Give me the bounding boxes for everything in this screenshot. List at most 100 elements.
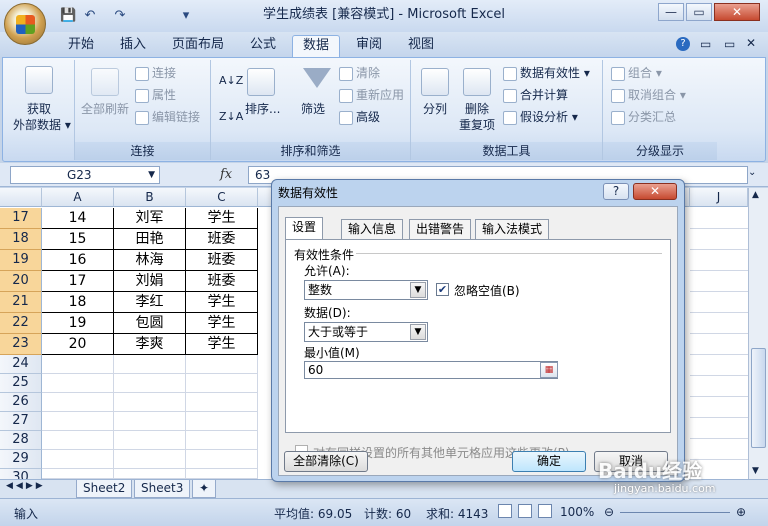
- connections-button[interactable]: 连接: [135, 66, 176, 81]
- dialog-tab-error-alert[interactable]: 出错警告: [409, 219, 472, 239]
- sort-button[interactable]: 排序...: [245, 102, 280, 116]
- clear-button[interactable]: 清除: [339, 66, 380, 81]
- sheet-nav-icon[interactable]: ◀◀▶▶: [6, 481, 46, 491]
- scroll-down-icon[interactable]: ▼: [752, 466, 759, 476]
- insert-sheet-icon[interactable]: ✦: [192, 480, 216, 498]
- cell-b[interactable]: 包圆: [114, 313, 186, 334]
- edit-links-button[interactable]: 编辑链接: [135, 110, 200, 125]
- normal-view-icon[interactable]: [498, 504, 512, 518]
- chevron-down-icon[interactable]: ▼: [410, 282, 426, 298]
- cell-a[interactable]: 18: [42, 292, 114, 313]
- tab-home[interactable]: 开始: [58, 35, 104, 57]
- cell-b[interactable]: 林海: [114, 250, 186, 271]
- cell-b[interactable]: 田艳: [114, 229, 186, 250]
- advanced-button[interactable]: 高级: [339, 110, 380, 125]
- customize-qat-icon[interactable]: ▾: [178, 8, 194, 24]
- tab-page-layout[interactable]: 页面布局: [162, 35, 234, 57]
- cell-a[interactable]: 20: [42, 334, 114, 355]
- maximize-button[interactable]: ▭: [686, 3, 712, 21]
- row-header[interactable]: 23: [0, 334, 42, 355]
- data-operator-select[interactable]: 大于或等于 ▼: [304, 322, 428, 342]
- what-if-button[interactable]: 假设分析 ▾: [503, 110, 578, 125]
- group-button[interactable]: 组合 ▾: [611, 66, 662, 81]
- cell-a[interactable]: 17: [42, 271, 114, 292]
- dialog-close-button[interactable]: ✕: [633, 183, 677, 200]
- row-header[interactable]: 28: [0, 431, 42, 450]
- filter-button[interactable]: 筛选: [301, 102, 325, 116]
- row-header[interactable]: 21: [0, 292, 42, 313]
- sort-az-icon[interactable]: A↓Z: [219, 74, 243, 88]
- vertical-scrollbar[interactable]: ▲ ▼: [748, 188, 768, 479]
- tab-data[interactable]: 数据: [292, 35, 341, 57]
- workbook-close-icon[interactable]: ✕: [746, 36, 756, 50]
- cell-a[interactable]: 19: [42, 313, 114, 334]
- properties-button[interactable]: 属性: [135, 88, 176, 103]
- minimize-button[interactable]: —: [658, 3, 684, 21]
- cell-b[interactable]: 李爽: [114, 334, 186, 355]
- row-header[interactable]: 30: [0, 469, 42, 479]
- tab-view[interactable]: 视图: [398, 35, 444, 57]
- row-header[interactable]: 17: [0, 208, 42, 229]
- reapply-button[interactable]: 重新应用: [339, 88, 404, 103]
- page-break-view-icon[interactable]: [538, 504, 552, 518]
- range-select-icon[interactable]: ▦: [540, 362, 558, 378]
- sheet-tab[interactable]: Sheet2: [76, 480, 133, 498]
- row-header[interactable]: 29: [0, 450, 42, 469]
- ribbon-minimize-icon[interactable]: ▭: [700, 37, 711, 51]
- row-header[interactable]: 22: [0, 313, 42, 334]
- refresh-all-button[interactable]: 全部刷新: [81, 102, 129, 116]
- ribbon-restore-icon[interactable]: ▭: [724, 37, 735, 51]
- row-header[interactable]: 26: [0, 393, 42, 412]
- select-all-corner[interactable]: [0, 188, 42, 207]
- cell-c[interactable]: 学生: [186, 208, 258, 229]
- ok-button[interactable]: 确定: [512, 451, 586, 472]
- get-external-data-label[interactable]: 外部数据 ▾: [13, 118, 71, 132]
- expand-formula-icon[interactable]: ⌄: [748, 167, 756, 178]
- subtotal-button[interactable]: 分类汇总: [611, 110, 676, 125]
- cell-c[interactable]: 学生: [186, 292, 258, 313]
- cell-c[interactable]: 学生: [186, 313, 258, 334]
- minimum-input[interactable]: 60: [304, 361, 558, 379]
- cell-b[interactable]: 刘娟: [114, 271, 186, 292]
- remove-duplicates-button[interactable]: 删除: [465, 102, 489, 116]
- row-header[interactable]: 25: [0, 374, 42, 393]
- sheet-tab[interactable]: Sheet3: [134, 480, 191, 498]
- cell-b[interactable]: 刘军: [114, 208, 186, 229]
- zoom-in-icon[interactable]: ⊕: [736, 505, 746, 519]
- data-validation-button[interactable]: 数据有效性 ▾: [503, 66, 590, 81]
- tab-review[interactable]: 审阅: [346, 35, 392, 57]
- ungroup-button[interactable]: 取消组合 ▾: [611, 88, 686, 103]
- cell-c[interactable]: 班委: [186, 229, 258, 250]
- cell-c[interactable]: 班委: [186, 271, 258, 292]
- close-button[interactable]: ✕: [714, 3, 760, 21]
- scroll-thumb[interactable]: [751, 348, 766, 448]
- name-box[interactable]: G23 ▼: [10, 166, 160, 184]
- save-icon[interactable]: 💾: [60, 8, 76, 24]
- chevron-down-icon[interactable]: ▼: [410, 324, 426, 340]
- empty-cells[interactable]: [186, 355, 258, 479]
- dialog-help-button[interactable]: ?: [603, 183, 629, 200]
- scroll-up-icon[interactable]: ▲: [752, 190, 759, 200]
- zoom-out-icon[interactable]: ⊖: [604, 505, 614, 519]
- cell-c[interactable]: 学生: [186, 334, 258, 355]
- cell-a[interactable]: 15: [42, 229, 114, 250]
- zoom-slider[interactable]: [620, 512, 730, 513]
- empty-cells[interactable]: [114, 355, 186, 479]
- column-header-j[interactable]: J: [690, 188, 748, 207]
- page-layout-view-icon[interactable]: [518, 504, 532, 518]
- column-header-c[interactable]: C: [186, 188, 258, 207]
- cell-c[interactable]: 班委: [186, 250, 258, 271]
- name-box-dropdown-icon[interactable]: ▼: [148, 167, 155, 183]
- consolidate-button[interactable]: 合并计算: [503, 88, 568, 103]
- clear-all-button[interactable]: 全部清除(C): [284, 451, 368, 472]
- cell-a[interactable]: 14: [42, 208, 114, 229]
- row-header[interactable]: 24: [0, 355, 42, 374]
- row-header[interactable]: 19: [0, 250, 42, 271]
- tab-formulas[interactable]: 公式: [240, 35, 286, 57]
- cell-b[interactable]: 李红: [114, 292, 186, 313]
- row-header[interactable]: 20: [0, 271, 42, 292]
- empty-cells[interactable]: [42, 355, 114, 479]
- dialog-tab-settings[interactable]: 设置: [285, 217, 324, 240]
- ignore-blank-checkbox[interactable]: ✔: [436, 283, 449, 296]
- column-header-b[interactable]: B: [114, 188, 186, 207]
